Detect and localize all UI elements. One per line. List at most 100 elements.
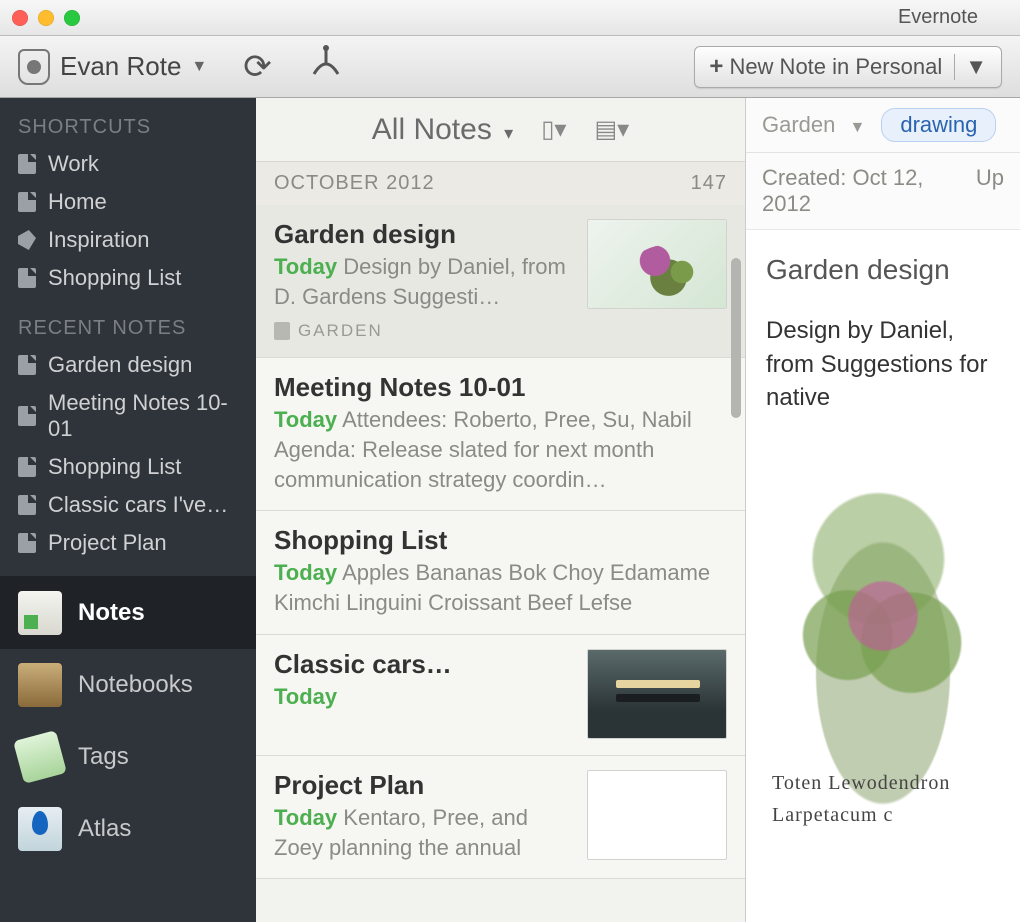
recent-note-label: Garden design (48, 352, 192, 378)
notes-scope-label: All Notes (372, 113, 492, 146)
sync-icon[interactable]: ⟳ (243, 47, 272, 87)
recent-note-item[interactable]: Garden design (0, 346, 256, 384)
note-item-snippet: Attendees: Roberto, Pree, Su, Nabil Agen… (274, 407, 692, 491)
app-title: Evernote (80, 6, 1008, 29)
note-notebook-row: GARDEN (274, 321, 575, 341)
tag-icon (18, 230, 36, 250)
note-icon (18, 268, 36, 288)
shortcut-item[interactable]: Work (0, 145, 256, 183)
note-list-item[interactable]: Garden design Today Design by Daniel, fr… (256, 205, 745, 358)
recent-note-item[interactable]: Project Plan (0, 524, 256, 562)
month-label: OCTOBER 2012 (274, 172, 435, 195)
recent-note-label: Classic cars I've… (48, 492, 228, 518)
scrollbar-thumb[interactable] (731, 258, 741, 418)
shortcut-item[interactable]: Shopping List (0, 259, 256, 297)
note-detail-column: Garden ▼ drawing Created: Oct 12, 2012 U… (746, 98, 1020, 922)
account-menu[interactable]: Evan Rote ▼ (18, 49, 207, 85)
recent-note-item[interactable]: Shopping List (0, 448, 256, 486)
note-item-date: Today (274, 254, 337, 279)
account-shield-icon (18, 49, 50, 85)
note-list-item[interactable]: Meeting Notes 10-01 Today Attendees: Rob… (256, 358, 745, 511)
nav-label: Tags (78, 743, 129, 771)
note-list-item[interactable]: Project Plan Today Kentaro, Pree, and Zo… (256, 756, 745, 879)
note-item-snippet: Apples Bananas Bok Choy Edamame Kimchi L… (274, 560, 710, 615)
atlas-icon (18, 807, 62, 851)
traffic-lights (12, 10, 80, 26)
chevron-down-icon: ▼ (191, 58, 207, 76)
window-titlebar: Evernote (0, 0, 1020, 36)
notebooks-icon (18, 663, 62, 707)
chevron-down-icon[interactable]: ▼ (954, 54, 987, 80)
shortcuts-header: SHORTCUTS (0, 108, 256, 145)
note-thumbnail (587, 770, 727, 860)
note-item-title: Project Plan (274, 770, 575, 801)
nav-atlas[interactable]: Atlas (0, 793, 256, 865)
note-list-item[interactable]: Classic cars… Today (256, 635, 745, 756)
nav-notebooks[interactable]: Notebooks (0, 649, 256, 721)
shortcut-item[interactable]: Inspiration (0, 221, 256, 259)
note-item-title: Classic cars… (274, 649, 575, 680)
notebook-selector[interactable]: Garden ▼ (762, 112, 865, 138)
note-icon (18, 533, 36, 553)
nav-label: Notebooks (78, 671, 193, 699)
note-icon (18, 406, 36, 426)
tags-icon (13, 730, 67, 784)
close-window-icon[interactable] (12, 10, 28, 26)
chevron-down-icon: ▼ (850, 119, 866, 136)
note-icon (18, 154, 36, 174)
note-title[interactable]: Garden design (766, 254, 1000, 286)
note-meta: Created: Oct 12, 2012 Up (746, 153, 1020, 230)
notes-list-column: All Notes ▾ ▯▾ ▤▾ OCTOBER 2012 147 Garde… (256, 98, 746, 922)
created-date: Created: Oct 12, 2012 (762, 165, 948, 217)
note-detail-header: Garden ▼ drawing (746, 98, 1020, 153)
minimize-window-icon[interactable] (38, 10, 54, 26)
note-icon (18, 457, 36, 477)
sort-icon[interactable]: ▯▾ (541, 115, 566, 144)
note-content[interactable]: Design by Daniel, from Suggestions for n… (766, 314, 1000, 415)
zoom-window-icon[interactable] (64, 10, 80, 26)
note-item-date: Today (274, 684, 337, 709)
note-item-date: Today (274, 560, 337, 585)
new-note-button[interactable]: + New Note in Personal ▼ (694, 46, 1002, 88)
recent-note-label: Project Plan (48, 530, 167, 556)
shortcut-label: Home (48, 189, 107, 215)
plus-icon: + (709, 53, 723, 81)
month-count: 147 (691, 172, 727, 195)
note-thumbnail (587, 219, 727, 309)
month-header: OCTOBER 2012 147 (256, 162, 745, 205)
recent-note-label: Meeting Notes 10-01 (48, 390, 238, 442)
note-thumbnail (587, 649, 727, 739)
notebook-name: Garden (762, 112, 835, 137)
activity-icon[interactable] (308, 44, 344, 89)
nav-notes[interactable]: Notes (0, 577, 256, 649)
note-body[interactable]: Garden design Design by Daniel, from Sug… (746, 230, 1020, 922)
shortcut-label: Shopping List (48, 265, 181, 291)
updated-date: Up (976, 165, 1004, 217)
view-mode-icon[interactable]: ▤▾ (594, 115, 629, 144)
shortcut-item[interactable]: Home (0, 183, 256, 221)
nav-label: Notes (78, 599, 145, 627)
note-icon (18, 495, 36, 515)
notebook-icon (274, 322, 290, 340)
note-list-item[interactable]: Shopping List Today Apples Bananas Bok C… (256, 511, 745, 634)
sidebar: SHORTCUTS Work Home Inspiration Shopping Li… (0, 98, 256, 922)
note-item-title: Shopping List (274, 525, 727, 556)
note-item-title: Meeting Notes 10-01 (274, 372, 727, 403)
sketch-annotations: Toten Lewodendron Larpetacum c (772, 767, 1000, 831)
note-item-title: Garden design (274, 219, 575, 250)
note-item-date: Today (274, 805, 337, 830)
notes-icon (18, 591, 62, 635)
chevron-down-icon: ▾ (504, 123, 513, 143)
tag-chip[interactable]: drawing (881, 108, 996, 142)
recent-note-item[interactable]: Meeting Notes 10-01 (0, 384, 256, 448)
nav-tags[interactable]: Tags (0, 721, 256, 793)
note-icon (18, 192, 36, 212)
notes-list-header: All Notes ▾ ▯▾ ▤▾ (256, 98, 745, 162)
recent-note-label: Shopping List (48, 454, 181, 480)
shortcut-label: Work (48, 151, 99, 177)
recent-note-item[interactable]: Classic cars I've… (0, 486, 256, 524)
notes-scope-dropdown[interactable]: All Notes ▾ (372, 113, 513, 147)
toolbar: Evan Rote ▼ ⟳ + New Note in Personal ▼ (0, 36, 1020, 98)
nav-label: Atlas (78, 815, 131, 843)
note-notebook-label: GARDEN (298, 321, 383, 341)
